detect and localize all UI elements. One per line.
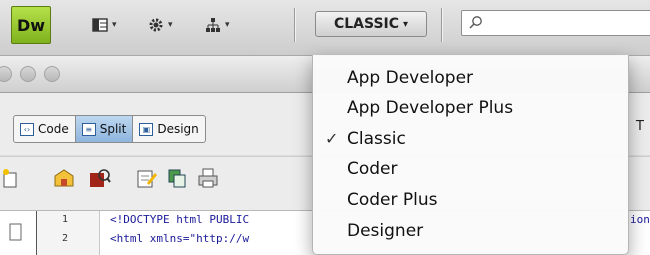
code-view-icon: ‹›: [20, 122, 34, 136]
bridge-browse-icon[interactable]: [89, 167, 111, 189]
chevron-down-icon: ▾: [403, 18, 409, 30]
menu-item-coder[interactable]: Coder: [313, 156, 628, 184]
menu-item-designer[interactable]: Designer: [313, 218, 628, 246]
code-line: <!DOCTYPE html PUBLIC: [110, 213, 250, 226]
workspace-label: CLASSIC: [333, 16, 400, 32]
code-line-overflow: ion: [630, 213, 650, 226]
menu-item-label: Coder: [347, 159, 398, 179]
menu-item-classic[interactable]: ✓ Classic: [313, 126, 628, 154]
gear-icon: [149, 18, 163, 32]
design-view-label: Design: [157, 122, 199, 136]
site-tree-icon: [206, 18, 220, 32]
copy-icon[interactable]: [166, 167, 188, 189]
toolbar-divider: [441, 8, 442, 42]
line-number: 2: [62, 233, 69, 244]
split-view-icon: ≡: [81, 122, 96, 136]
workspace-switcher-button[interactable]: CLASSIC ▾: [315, 11, 427, 37]
settings-menu-button[interactable]: ▾: [148, 14, 173, 36]
menu-item-label: App Developer: [347, 68, 474, 88]
menu-item-label: Coder Plus: [347, 190, 438, 210]
document-icon: [9, 223, 22, 241]
layout-icon: [92, 18, 108, 32]
design-view-icon: ▣: [139, 122, 154, 136]
menu-item-coder-plus[interactable]: Coder Plus: [313, 187, 628, 215]
window-controls: [0, 66, 60, 82]
design-view-button[interactable]: ▣ Design: [133, 116, 204, 142]
zoom-window-button[interactable]: [44, 66, 60, 82]
toolbar-divider: [294, 8, 295, 42]
view-mode-group: ‹› Code ≡ Split ▣ Design: [13, 115, 206, 143]
close-window-button[interactable]: [0, 66, 12, 82]
chevron-down-icon: ▾: [112, 20, 117, 30]
menu-item-label: Classic: [347, 129, 406, 149]
split-view-label: Split: [99, 122, 127, 136]
code-line: <html xmlns="http://w: [110, 232, 250, 245]
menu-item-label: Designer: [347, 221, 424, 241]
layout-menu-button[interactable]: ▾: [92, 14, 117, 36]
site-menu-button[interactable]: ▾: [205, 14, 230, 36]
workspace-dropdown-menu: App Developer App Developer Plus ✓ Class…: [312, 55, 629, 255]
edit-notes-icon[interactable]: [135, 167, 157, 189]
document-title-edge: T: [636, 119, 644, 134]
print-icon[interactable]: [197, 167, 219, 189]
dreamweaver-logo: Dw: [11, 6, 51, 44]
folder-home-icon[interactable]: [53, 167, 75, 189]
checkmark-icon: ✓: [325, 129, 339, 148]
search-icon: [469, 16, 482, 29]
split-view-button[interactable]: ≡ Split: [75, 116, 134, 142]
code-view-label: Code: [38, 122, 69, 136]
menu-item-app-developer-plus[interactable]: App Developer Plus: [313, 95, 628, 123]
code-view-button[interactable]: ‹› Code: [14, 116, 76, 142]
menu-item-label: App Developer Plus: [347, 98, 514, 118]
menu-item-app-developer[interactable]: App Developer: [313, 65, 628, 93]
search-input[interactable]: [461, 10, 650, 36]
app-toolbar: Dw ▾ ▾ ▾ CLASSIC ▾: [0, 0, 650, 56]
file-icon[interactable]: [0, 167, 22, 189]
minimize-window-button[interactable]: [20, 66, 36, 82]
chevron-down-icon: ▾: [168, 20, 173, 30]
chevron-down-icon: ▾: [225, 20, 230, 30]
line-number: 1: [62, 214, 69, 225]
